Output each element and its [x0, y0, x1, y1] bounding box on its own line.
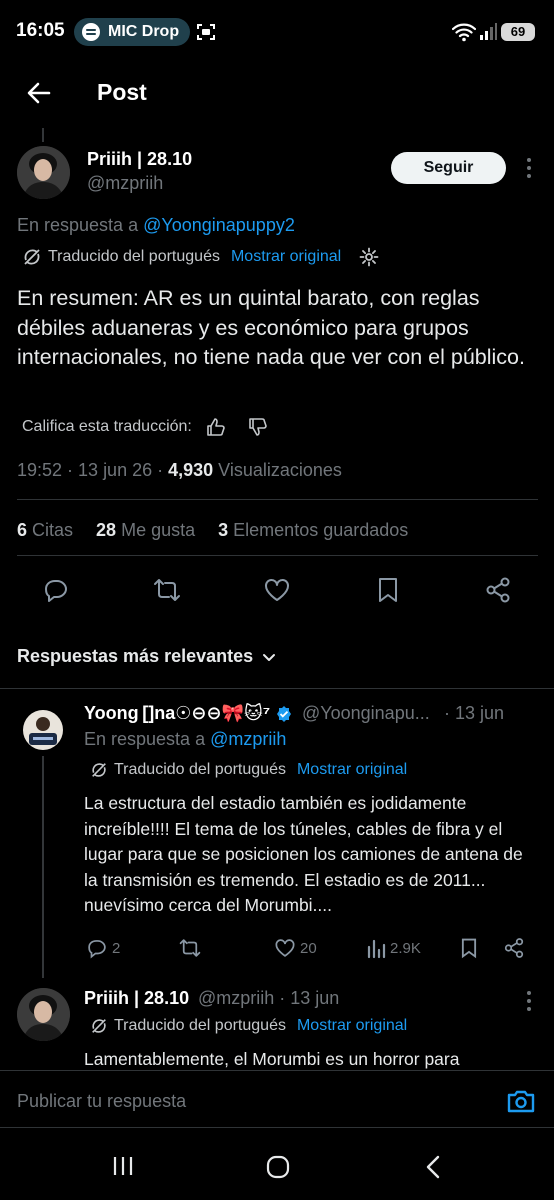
back-arrow-icon[interactable]	[22, 76, 56, 110]
show-original-link[interactable]: Mostrar original	[297, 761, 407, 779]
translated-label: Traducido del portugués	[48, 248, 220, 265]
reply-input[interactable]: Publicar tu respuesta	[17, 1091, 186, 1112]
show-original-link[interactable]: Mostrar original	[231, 248, 341, 266]
status-bar: 16:05 MIC Drop 69	[0, 0, 554, 64]
camera-icon[interactable]	[506, 1088, 536, 1114]
bookmark-icon[interactable]	[459, 937, 479, 959]
gear-icon[interactable]	[359, 247, 379, 267]
status-time: 16:05	[16, 20, 65, 41]
author-handle[interactable]: @mzpriih	[87, 173, 163, 194]
avatar[interactable]	[17, 146, 70, 199]
reply-time: · 13 jun	[444, 703, 505, 723]
wifi-icon	[452, 23, 476, 42]
thumbs-up-icon[interactable]	[206, 417, 226, 437]
reply-avatar[interactable]	[23, 710, 63, 750]
reply-icon	[88, 940, 106, 959]
analytics-icon	[367, 939, 386, 959]
media-pill[interactable]: MIC Drop	[74, 18, 191, 46]
scan-icon	[197, 24, 215, 40]
divider	[17, 555, 538, 556]
thread-line	[42, 128, 44, 142]
reply-author-handle[interactable]: @mzpriih · 13 jun	[198, 988, 339, 1009]
divider	[0, 688, 554, 689]
verified-badge-icon	[277, 705, 292, 722]
more-options-icon[interactable]	[522, 990, 536, 1012]
reply-icon[interactable]	[42, 576, 70, 604]
translate-icon	[92, 763, 106, 777]
reply-author-handle[interactable]: @Yoonginapu...	[302, 703, 430, 724]
reply-context: En respuesta a @Yoonginapuppy2	[17, 215, 295, 236]
reply-reply-button[interactable]: 2	[86, 937, 120, 959]
signal-icon	[480, 23, 497, 40]
like-icon	[275, 939, 295, 957]
system-nav-bar	[0, 1129, 554, 1200]
share-icon[interactable]	[503, 937, 525, 959]
follow-button[interactable]: Seguir	[391, 152, 506, 184]
recent-apps-icon[interactable]	[112, 1155, 134, 1177]
views-count[interactable]: 4,930	[168, 460, 213, 480]
thumbs-down-icon[interactable]	[248, 417, 268, 437]
post-text: En resumen: AR es un quintal barato, con…	[17, 286, 525, 369]
reply-to-link[interactable]: @mzpriih	[210, 729, 286, 749]
more-options-icon[interactable]	[522, 157, 536, 179]
spotify-icon	[82, 23, 100, 41]
reply-prefix: En respuesta a	[17, 215, 144, 235]
bookmarks-stat[interactable]: 3 Elementos guardados	[218, 520, 408, 540]
reply-views-button[interactable]: 2.9K	[366, 937, 421, 959]
translation-row: Traducido del portugués Mostrar original	[22, 247, 379, 267]
media-title: MIC Drop	[108, 23, 180, 40]
repost-icon[interactable]	[152, 576, 182, 604]
translation-row: Traducido del portugués Mostrar original	[90, 761, 407, 779]
author-name[interactable]: Priiih | 28.10	[87, 149, 192, 170]
reply-text: Lamentablemente, el Morumbi es un horror…	[84, 1049, 460, 1069]
repost-icon[interactable]	[178, 937, 202, 959]
page-title: Post	[97, 79, 147, 105]
post-meta: 19:52 · 13 jun 26 · 4,930 Visualizacione…	[17, 460, 342, 481]
divider	[17, 499, 538, 500]
reply-composer: Publicar tu respuesta	[0, 1070, 554, 1128]
post-actions	[0, 576, 554, 610]
home-icon[interactable]	[266, 1155, 290, 1179]
reply-author-name[interactable]: Yoong []na☉⊖⊖🎀🐱⁷	[84, 703, 293, 724]
reply-avatar[interactable]	[17, 988, 70, 1041]
like-icon[interactable]	[263, 576, 291, 604]
rate-translation-label: Califica esta traducción:	[22, 418, 192, 435]
post-stats: 6 Citas 28 Me gusta 3 Elementos guardado…	[17, 520, 408, 541]
back-nav-icon[interactable]	[424, 1155, 442, 1179]
replies-sort-dropdown[interactable]: Respuestas más relevantes	[17, 646, 277, 667]
rate-translation-row: Califica esta traducción:	[22, 417, 268, 437]
chevron-down-icon	[263, 653, 276, 661]
share-icon[interactable]	[484, 576, 512, 604]
translation-row: Traducido del portugués Mostrar original	[90, 1017, 407, 1035]
reply-context: En respuesta a @mzpriih	[84, 729, 287, 749]
reply-actions: 2 20 2.9K	[0, 935, 554, 963]
timestamp: 19:52 · 13 jun 26 ·	[17, 460, 169, 480]
reply-like-button[interactable]: 20	[274, 937, 317, 959]
reply-to-link[interactable]: @Yoonginapuppy2	[143, 215, 295, 235]
views-label: Visualizaciones	[213, 460, 342, 480]
battery-icon: 69	[501, 23, 535, 41]
quotes-stat[interactable]: 6 Citas	[17, 520, 73, 540]
translate-icon	[92, 1019, 106, 1033]
likes-stat[interactable]: 28 Me gusta	[96, 520, 195, 540]
show-original-link[interactable]: Mostrar original	[297, 1017, 407, 1035]
translate-icon	[24, 249, 40, 265]
reply-author-name[interactable]: Priiih | 28.10	[84, 988, 189, 1009]
bookmark-icon[interactable]	[375, 576, 401, 604]
replies-sort-label: Respuestas más relevantes	[17, 646, 254, 666]
reply-text: La estructura del estadio también es jod…	[84, 793, 523, 915]
